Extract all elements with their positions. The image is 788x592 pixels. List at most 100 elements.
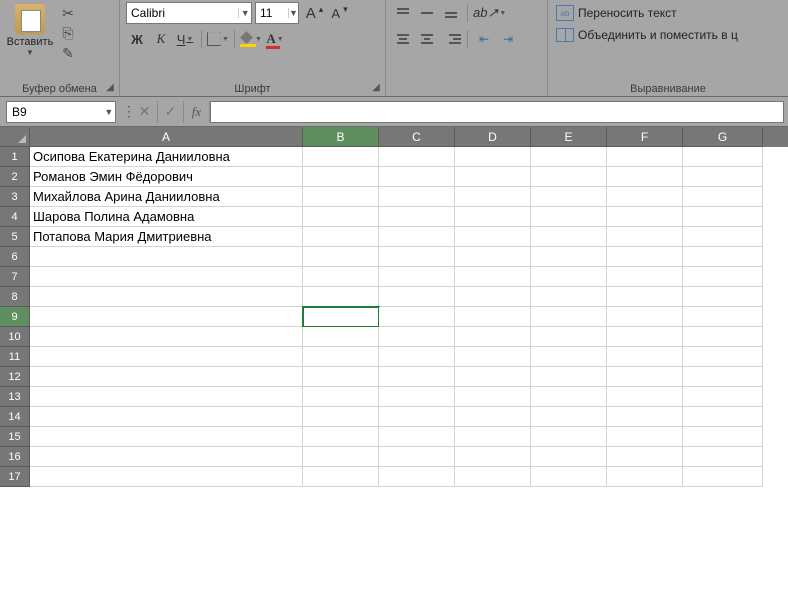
cell[interactable] <box>455 147 531 167</box>
cell[interactable] <box>303 447 379 467</box>
row-header[interactable]: 5 <box>0 227 30 247</box>
cell[interactable] <box>455 387 531 407</box>
cell[interactable] <box>683 427 763 447</box>
decrease-indent-button[interactable]: ⇤ <box>473 30 495 48</box>
cell[interactable] <box>607 187 683 207</box>
cell[interactable] <box>455 447 531 467</box>
cell[interactable] <box>683 407 763 427</box>
cell[interactable] <box>607 447 683 467</box>
cell[interactable] <box>683 147 763 167</box>
cell[interactable] <box>683 187 763 207</box>
cell[interactable] <box>531 247 607 267</box>
font-color-button[interactable]: A▼ <box>264 28 286 50</box>
cell[interactable] <box>379 227 455 247</box>
cell[interactable] <box>531 307 607 327</box>
cell[interactable]: Потапова Мария Дмитриевна <box>30 227 303 247</box>
cell[interactable] <box>455 187 531 207</box>
row-header[interactable]: 6 <box>0 247 30 267</box>
row-header[interactable]: 10 <box>0 327 30 347</box>
cell[interactable] <box>303 247 379 267</box>
cell[interactable] <box>455 227 531 247</box>
row-header[interactable]: 2 <box>0 167 30 187</box>
chevron-down-icon[interactable]: ▼ <box>26 48 34 57</box>
cell[interactable] <box>379 147 455 167</box>
cell[interactable] <box>303 387 379 407</box>
cell[interactable] <box>531 467 607 487</box>
cell[interactable] <box>379 367 455 387</box>
cell[interactable] <box>303 307 379 327</box>
cell[interactable] <box>455 247 531 267</box>
cell[interactable] <box>379 427 455 447</box>
row-header[interactable]: 8 <box>0 287 30 307</box>
align-bottom-button[interactable] <box>440 2 462 24</box>
underline-button[interactable]: Ч▼ <box>174 28 196 50</box>
column-header[interactable]: E <box>531 127 607 147</box>
cell[interactable] <box>607 267 683 287</box>
cell[interactable] <box>303 147 379 167</box>
cell[interactable] <box>30 347 303 367</box>
cell[interactable] <box>379 347 455 367</box>
cell[interactable] <box>607 287 683 307</box>
cell[interactable] <box>455 427 531 447</box>
cell[interactable] <box>30 407 303 427</box>
align-middle-button[interactable] <box>416 2 438 24</box>
cell[interactable] <box>683 207 763 227</box>
cell[interactable] <box>683 267 763 287</box>
cell[interactable] <box>531 187 607 207</box>
chevron-down-icon[interactable]: ▼ <box>238 8 251 18</box>
border-button[interactable]: ▼ <box>207 28 229 50</box>
cell[interactable] <box>379 207 455 227</box>
cell[interactable] <box>607 427 683 447</box>
formula-input[interactable] <box>210 101 784 123</box>
copy-button[interactable]: ⎘ <box>58 24 78 42</box>
cell[interactable] <box>531 367 607 387</box>
cell[interactable] <box>607 467 683 487</box>
cell[interactable] <box>531 207 607 227</box>
orientation-button[interactable]: ab↗▼ <box>473 2 506 24</box>
cell[interactable] <box>303 167 379 187</box>
cell[interactable] <box>379 387 455 407</box>
cell[interactable] <box>303 467 379 487</box>
accept-formula-button[interactable]: ✓ <box>158 101 184 123</box>
wrap-text-button[interactable]: ab Переносить текст <box>554 2 782 24</box>
cell[interactable] <box>303 367 379 387</box>
cell[interactable] <box>531 287 607 307</box>
font-size-combo[interactable]: ▼ <box>255 2 299 24</box>
cell[interactable] <box>607 167 683 187</box>
cell[interactable] <box>455 407 531 427</box>
cell[interactable] <box>303 267 379 287</box>
format-painter-button[interactable]: ✎ <box>58 44 78 62</box>
cell[interactable] <box>30 327 303 347</box>
cell[interactable] <box>303 327 379 347</box>
decrease-font-button[interactable]: A▾ <box>327 2 349 24</box>
cell[interactable] <box>30 467 303 487</box>
row-header[interactable]: 14 <box>0 407 30 427</box>
cell[interactable] <box>607 247 683 267</box>
cell[interactable] <box>683 327 763 347</box>
name-box-input[interactable] <box>7 105 103 119</box>
cell[interactable] <box>683 467 763 487</box>
cell[interactable] <box>607 387 683 407</box>
cell[interactable] <box>531 167 607 187</box>
cell[interactable] <box>379 267 455 287</box>
align-right-button[interactable] <box>440 28 462 50</box>
cell[interactable] <box>379 407 455 427</box>
cell[interactable] <box>607 407 683 427</box>
cell[interactable]: Осипова Екатерина Данииловна <box>30 147 303 167</box>
cell[interactable] <box>30 267 303 287</box>
cell[interactable]: Михайлова Арина Данииловна <box>30 187 303 207</box>
select-all-button[interactable] <box>0 127 30 147</box>
cell[interactable] <box>531 267 607 287</box>
bold-button[interactable]: Ж <box>126 28 148 50</box>
cell[interactable] <box>303 207 379 227</box>
cell[interactable] <box>455 207 531 227</box>
cell[interactable] <box>531 427 607 447</box>
cell[interactable]: Шарова Полина Адамовна <box>30 207 303 227</box>
increase-indent-button[interactable]: ⇥ <box>497 30 519 48</box>
column-header[interactable]: D <box>455 127 531 147</box>
spreadsheet-grid[interactable]: ABCDEFG 1Осипова Екатерина Данииловна2Ро… <box>0 127 788 487</box>
cell[interactable] <box>455 347 531 367</box>
font-name-input[interactable] <box>127 6 238 20</box>
row-header[interactable]: 1 <box>0 147 30 167</box>
dialog-launcher-icon[interactable]: ◢ <box>369 80 383 94</box>
